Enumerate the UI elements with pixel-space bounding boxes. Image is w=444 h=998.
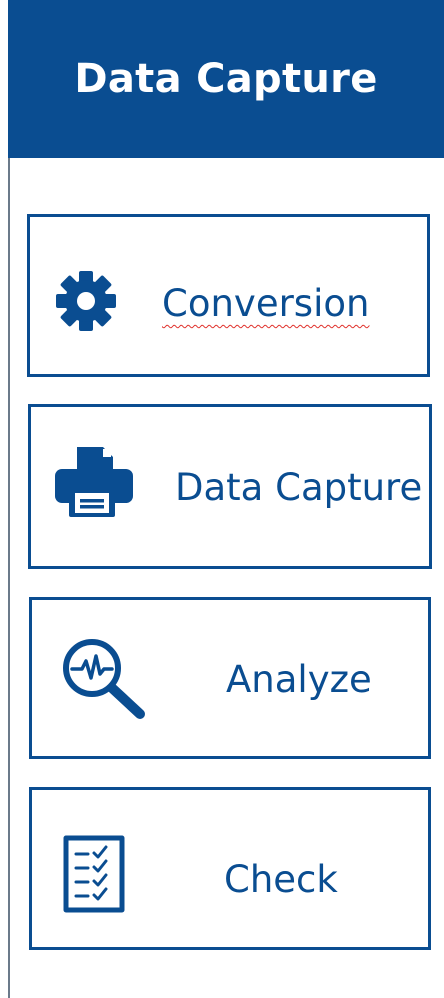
check-button[interactable]: Check	[29, 787, 431, 950]
analyze-button[interactable]: Analyze	[29, 597, 431, 759]
gear-icon	[56, 271, 116, 331]
data-capture-button[interactable]: Data Capture	[28, 404, 432, 569]
conversion-label: Conversion	[162, 282, 370, 325]
checklist-icon	[63, 835, 125, 913]
header-bar: Data Capture	[8, 0, 444, 158]
data-capture-label: Data Capture	[175, 466, 423, 509]
page-title: Data Capture	[74, 56, 378, 102]
check-label: Check	[224, 858, 338, 901]
left-divider	[8, 158, 10, 998]
magnifier-pulse-icon	[63, 639, 145, 719]
conversion-button[interactable]: Conversion	[27, 214, 430, 377]
printer-icon	[55, 447, 133, 517]
analyze-label: Analyze	[226, 658, 372, 701]
